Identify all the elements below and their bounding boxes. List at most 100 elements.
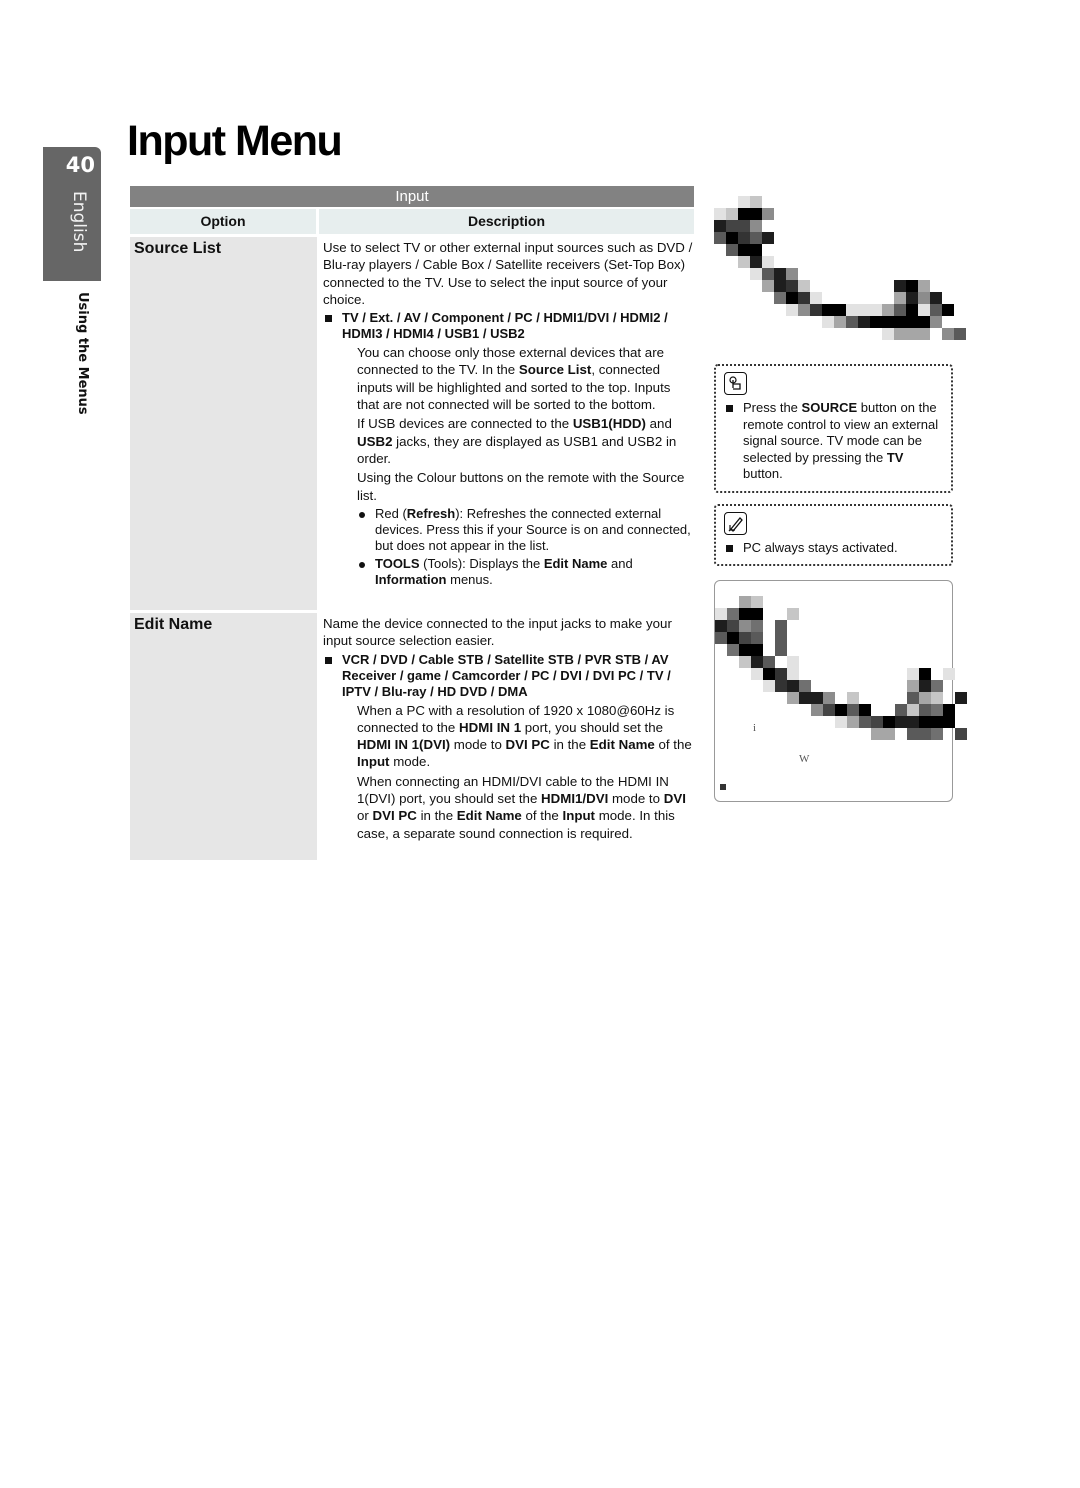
hand-pointer-icon [724,372,747,395]
bold-term: HDMI IN 1 [459,719,522,735]
bold-term: HDMI1/DVI [541,791,609,807]
bold-term: TOOLS [375,555,420,571]
pixel-cell [739,656,751,668]
text: If USB devices are connected to the [357,416,573,432]
pixel-cell [918,328,930,340]
pixel-cell [739,632,751,644]
pixel-cell [894,304,906,316]
pixel-cell [883,728,895,740]
pixel-cell [799,680,811,692]
bold-term: USB1(HDD) [572,416,646,432]
pixel-cell [774,280,786,292]
bold-term: DVI [663,791,686,807]
bold-term: Input [562,808,596,824]
dot-bullet-icon [359,511,365,518]
pixel-cell [751,656,763,668]
device-name-list-text: VCR / DVD / Cable STB / Satellite STB / … [342,651,671,699]
pixel-cell [858,316,870,328]
note-line: Press the SOURCE button on the remote co… [724,400,943,483]
pixel-cell [726,232,738,244]
pixel-cell [786,268,798,280]
pixel-cell [823,692,835,704]
pixel-cell [919,668,931,680]
pixel-cell [750,268,762,280]
language-label: English [69,191,89,253]
pixel-cell [786,280,798,292]
pixel-cell [739,608,751,620]
pixel-cell [919,704,931,716]
pixel-cell [810,304,822,316]
pixel-cell [762,280,774,292]
pixel-cell [907,692,919,704]
pixel-cell [751,632,763,644]
pixel-cell [811,704,823,716]
description-details: When a PC with a resolution of 1920 x 10… [323,702,694,842]
pixel-cell [762,208,774,220]
pixel-cell [895,716,907,728]
pixel-cell [738,220,750,232]
pixel-cell [739,620,751,632]
table-column-headers: Option Description [130,209,694,234]
column-header-description: Description [319,209,694,234]
table-row-edit-name: Edit Name Name the device connected to t… [130,613,694,860]
text: menus. [446,571,493,587]
pixel-cell [798,280,810,292]
pixel-cell [787,692,799,704]
pixel-cell [882,316,894,328]
bullet-text: TOOLS (Tools): Displays the Edit Name an… [375,556,694,588]
pixel-cell [823,704,835,716]
pixel-cell [942,304,954,316]
pixelated-image-artifact [715,596,967,796]
input-menu-table: Input Option Description Source List Use… [130,186,694,860]
artifact-label: i [753,722,757,734]
description-details: You can choose only those external devic… [323,344,694,504]
pixel-cell [859,704,871,716]
pixel-cell [930,304,942,316]
text: in the [549,737,590,753]
pixel-cell [715,620,727,632]
pixel-cell [931,728,943,740]
pixel-cell [943,704,955,716]
pixel-cell [750,232,762,244]
pixel-cell [714,208,726,220]
pixel-cell [786,292,798,304]
pixel-cell [931,704,943,716]
bold-term: TV [886,449,904,465]
pixel-cell [751,668,763,680]
pixel-cell [847,716,859,728]
pixel-cell [906,328,918,340]
bold-term: Edit Name [456,808,522,824]
pixel-cell [750,208,762,220]
pixel-cell [762,268,774,280]
pixel-cell [943,668,955,680]
pixel-cell [871,716,883,728]
detail-paragraph: If USB devices are connected to the USB1… [357,415,694,467]
text: (Tools): Displays the [419,555,544,571]
table-caption: Input [130,186,694,207]
pixel-cell [739,596,751,608]
pixel-cell [930,316,942,328]
pixel-cell [894,316,906,328]
pixel-cell [739,644,751,656]
pixel-cell [919,692,931,704]
bold-term: USB2 [357,433,393,449]
bold-term: DVI PC [505,737,550,753]
pixel-cell [738,256,750,268]
pixel-cell [942,328,954,340]
pixel-cell [750,196,762,208]
pixel-cell [918,304,930,316]
note-line: PC always stays activated. [724,540,943,557]
pixel-cell [798,304,810,316]
pixel-cell [870,316,882,328]
pixel-cell [834,316,846,328]
text: button. [743,466,783,481]
bold-term: Information [375,571,447,587]
text: Press the [743,400,802,415]
pixel-cell [750,220,762,232]
pixel-cell [775,620,787,632]
bold-term: Edit Name [589,737,655,753]
detail-paragraph: When a PC with a resolution of 1920 x 10… [357,702,694,771]
pixel-cell [738,208,750,220]
pixel-cell [835,704,847,716]
section-label: Using the Menus [75,292,90,415]
